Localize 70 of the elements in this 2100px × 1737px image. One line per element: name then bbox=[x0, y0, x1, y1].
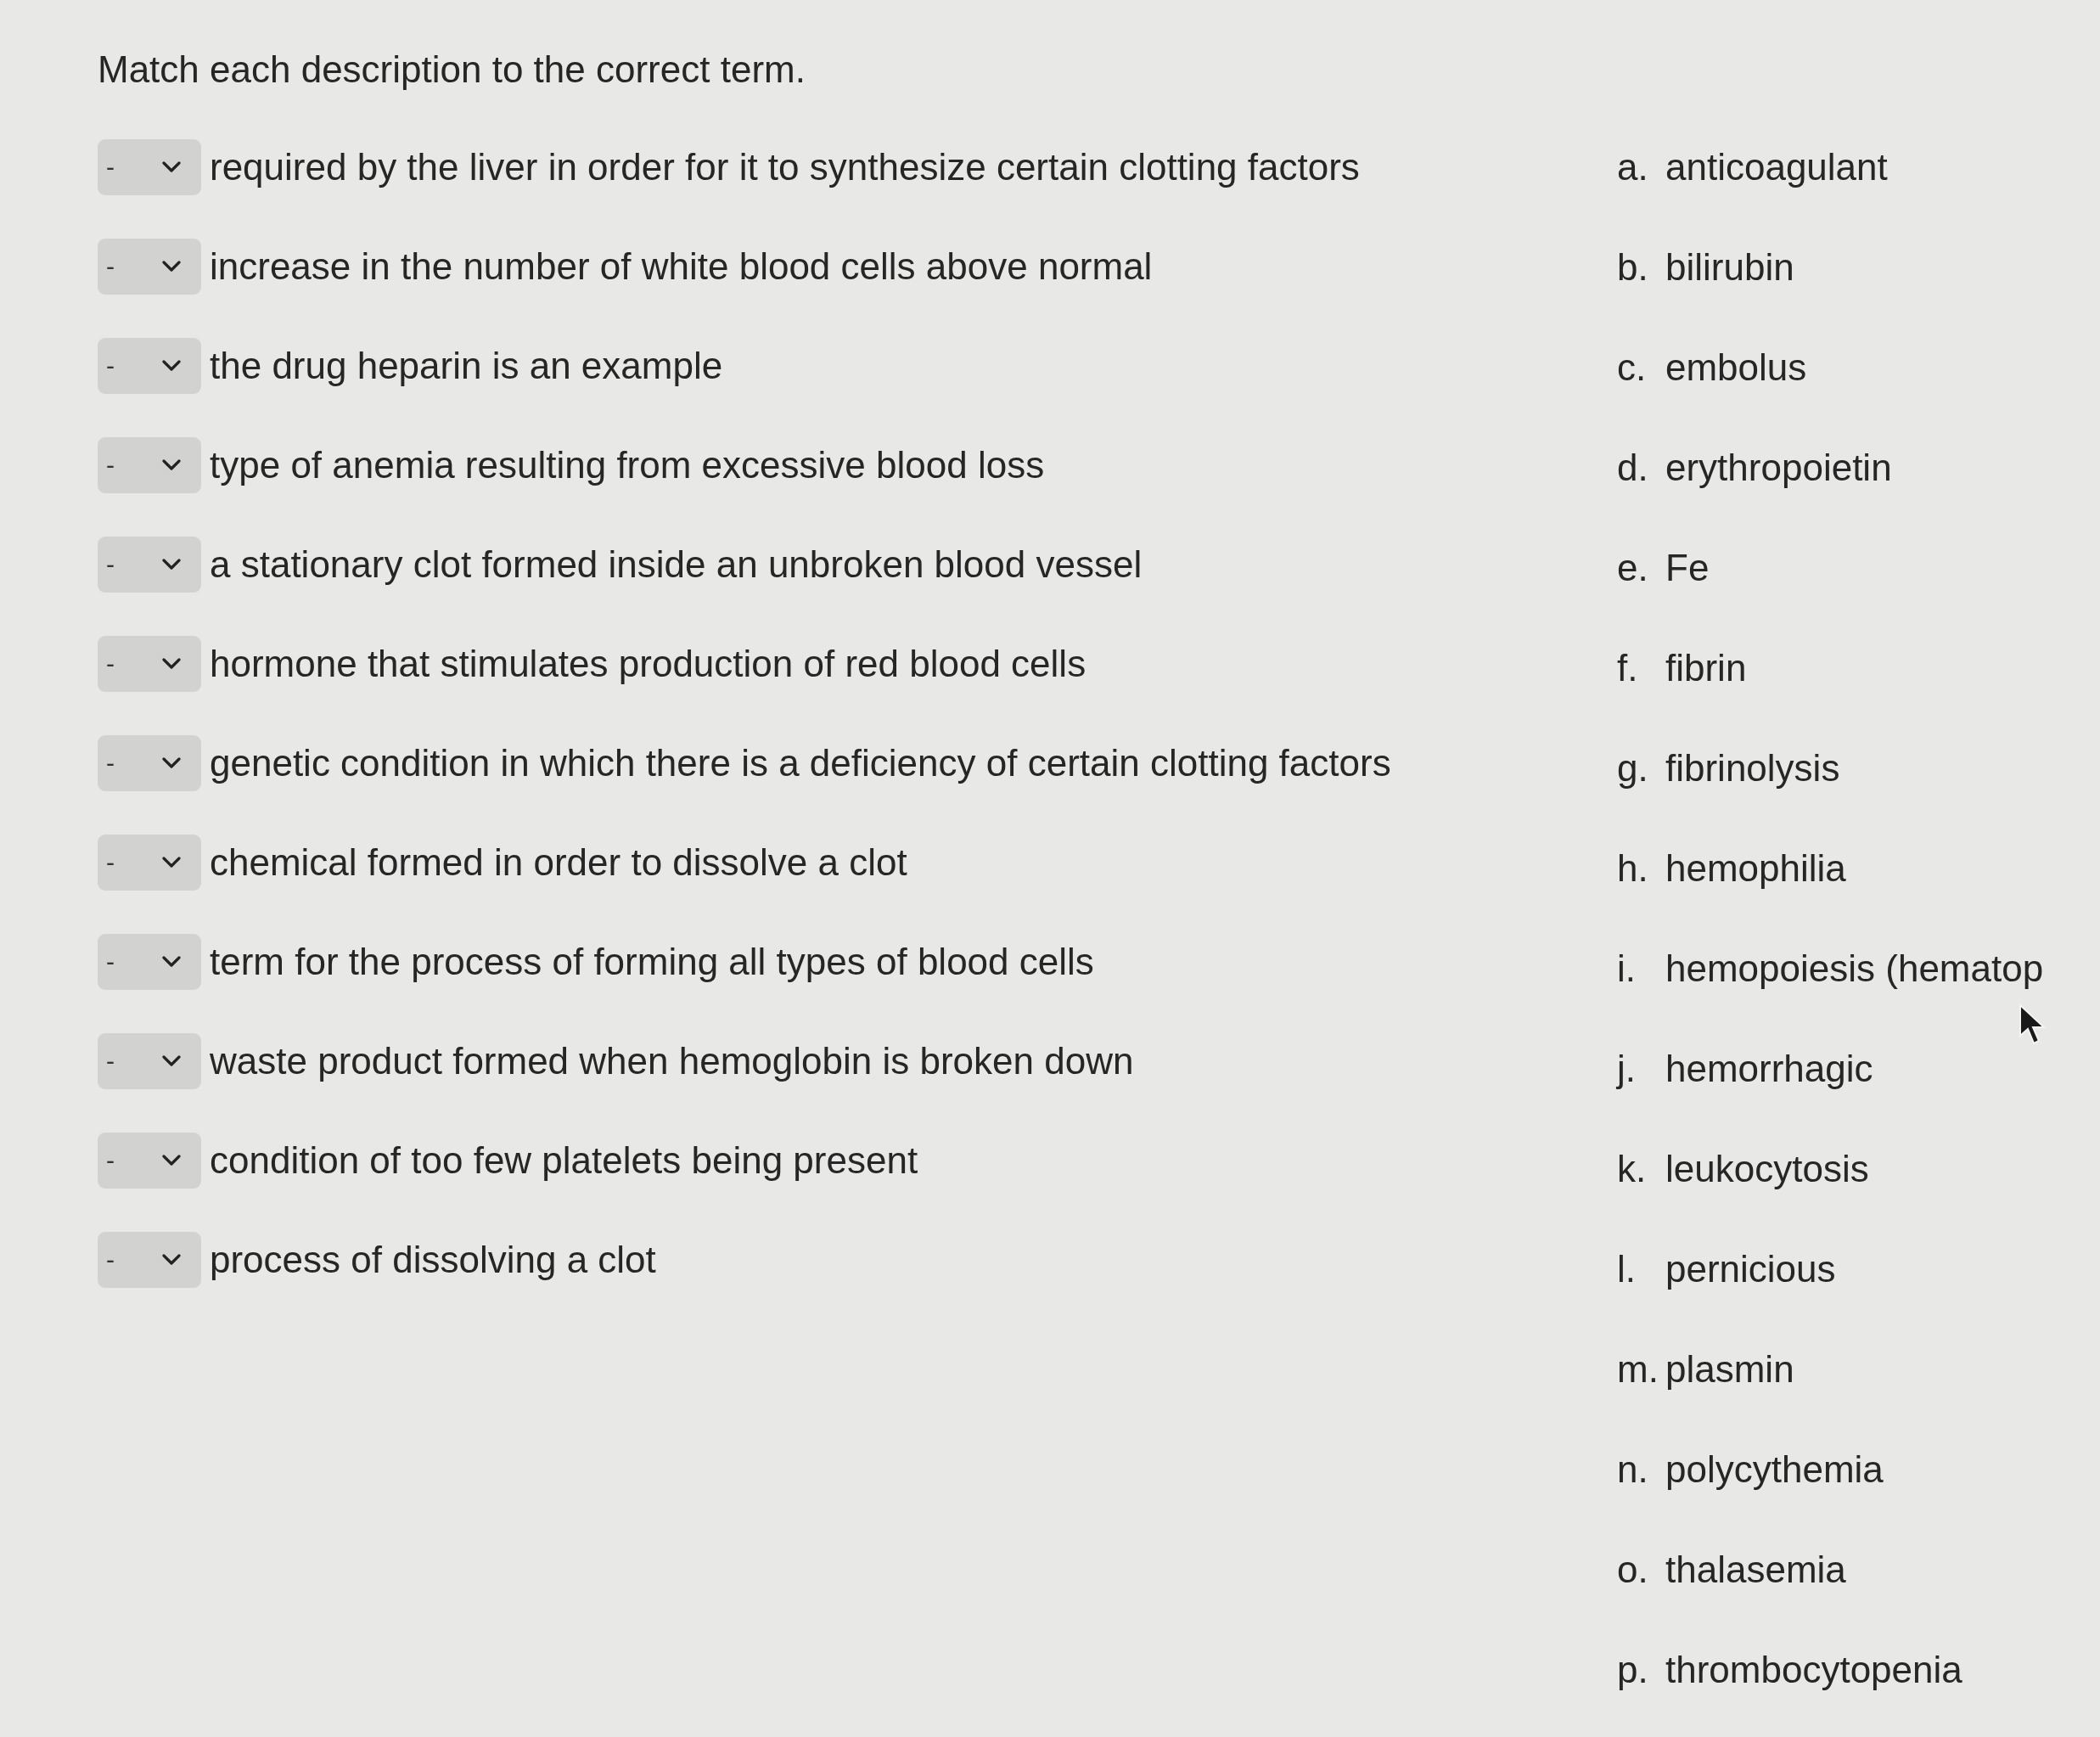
term-text: erythropoietin bbox=[1665, 446, 1892, 490]
term-text: thalasemia bbox=[1665, 1548, 1846, 1592]
answer-dropdown[interactable]: - bbox=[98, 635, 201, 692]
description-text: genetic condition in which there is a deficiency of certain clotting factors bbox=[210, 740, 1391, 785]
term-text: plasmin bbox=[1665, 1347, 1794, 1391]
chevron-down-icon bbox=[162, 359, 181, 372]
chevron-down-icon bbox=[162, 1253, 181, 1266]
term-text: pernicious bbox=[1665, 1247, 1836, 1291]
description-text: condition of too few platelets being present bbox=[210, 1138, 918, 1183]
answer-dropdown[interactable]: - bbox=[98, 834, 201, 891]
term-letter: l. bbox=[1617, 1247, 1637, 1291]
chevron-down-icon bbox=[162, 856, 181, 868]
chevron-down-icon bbox=[162, 955, 181, 968]
answer-dropdown[interactable]: - bbox=[98, 933, 201, 990]
answer-dropdown[interactable]: - bbox=[98, 1032, 201, 1089]
answer-dropdown[interactable]: - bbox=[98, 138, 201, 195]
term-text: fibrinolysis bbox=[1665, 746, 1840, 790]
description-text: waste product formed when hemoglobin is broken down bbox=[210, 1038, 1134, 1083]
answer-dropdown[interactable]: - bbox=[98, 238, 201, 295]
cursor-icon bbox=[2019, 1003, 2047, 1046]
term-text: leukocytosis bbox=[1665, 1147, 1869, 1191]
term-text: hemophilia bbox=[1665, 846, 1846, 891]
description-text: a stationary clot formed inside an unbroken blood vessel bbox=[210, 542, 1143, 587]
term-text: Fe bbox=[1665, 546, 1710, 590]
description-text: increase in the number of white blood cells above normal bbox=[210, 244, 1153, 289]
answer-dropdown[interactable]: - bbox=[98, 1231, 201, 1288]
chevron-down-icon bbox=[162, 558, 181, 571]
term-letter: g. bbox=[1617, 746, 1649, 790]
chevron-down-icon bbox=[162, 756, 181, 769]
term-text: polycythemia bbox=[1665, 1448, 1884, 1492]
term-letter: o. bbox=[1617, 1548, 1649, 1592]
description-text: term for the process of forming all types of blood cells bbox=[210, 939, 1094, 984]
chevron-down-icon bbox=[162, 657, 181, 670]
answer-dropdown[interactable]: - bbox=[98, 536, 201, 593]
term-text: embolus bbox=[1665, 346, 1807, 390]
chevron-down-icon bbox=[162, 1054, 181, 1067]
term-letter: b. bbox=[1617, 245, 1649, 290]
term-letter: m. bbox=[1617, 1347, 1659, 1391]
answer-dropdown[interactable]: - bbox=[98, 734, 201, 791]
description-text: hormone that stimulates production of red blood cells bbox=[210, 641, 1086, 686]
description-text: process of dissolving a clot bbox=[210, 1237, 656, 1282]
term-letter: k. bbox=[1617, 1147, 1648, 1191]
term-letter: p. bbox=[1617, 1648, 1649, 1692]
description-text: the drug heparin is an example bbox=[210, 343, 723, 388]
term-text: anticoagulant bbox=[1665, 145, 1888, 189]
term-letter: f. bbox=[1617, 646, 1639, 690]
answer-dropdown[interactable]: - bbox=[98, 337, 201, 394]
term-letter: e. bbox=[1617, 546, 1649, 590]
term-text: hemorrhagic bbox=[1665, 1047, 1873, 1091]
term-text: hemopoiesis (hematop bbox=[1665, 947, 2044, 991]
term-text: fibrin bbox=[1665, 646, 1747, 690]
description-text: chemical formed in order to dissolve a clot bbox=[210, 840, 907, 885]
chevron-down-icon bbox=[162, 458, 181, 471]
chevron-down-icon bbox=[162, 260, 181, 273]
description-text: type of anemia resulting from excessive blood loss bbox=[210, 442, 1045, 487]
term-letter: n. bbox=[1617, 1448, 1649, 1492]
term-text: thrombocytopenia bbox=[1665, 1648, 1962, 1692]
chevron-down-icon bbox=[162, 1154, 181, 1166]
term-letter: i. bbox=[1617, 947, 1637, 991]
term-letter: h. bbox=[1617, 846, 1649, 891]
instruction-text: Match each description to the correct term. bbox=[98, 48, 806, 92]
answer-dropdown[interactable]: - bbox=[98, 1132, 201, 1189]
chevron-down-icon bbox=[162, 160, 181, 173]
term-letter: a. bbox=[1617, 145, 1649, 189]
answer-dropdown[interactable]: - bbox=[98, 436, 201, 493]
term-text: bilirubin bbox=[1665, 245, 1794, 290]
term-letter: j. bbox=[1617, 1047, 1637, 1091]
description-text: required by the liver in order for it to synthesize certain clotting factors bbox=[210, 144, 1360, 189]
term-letter: c. bbox=[1617, 346, 1648, 390]
term-letter: d. bbox=[1617, 446, 1649, 490]
